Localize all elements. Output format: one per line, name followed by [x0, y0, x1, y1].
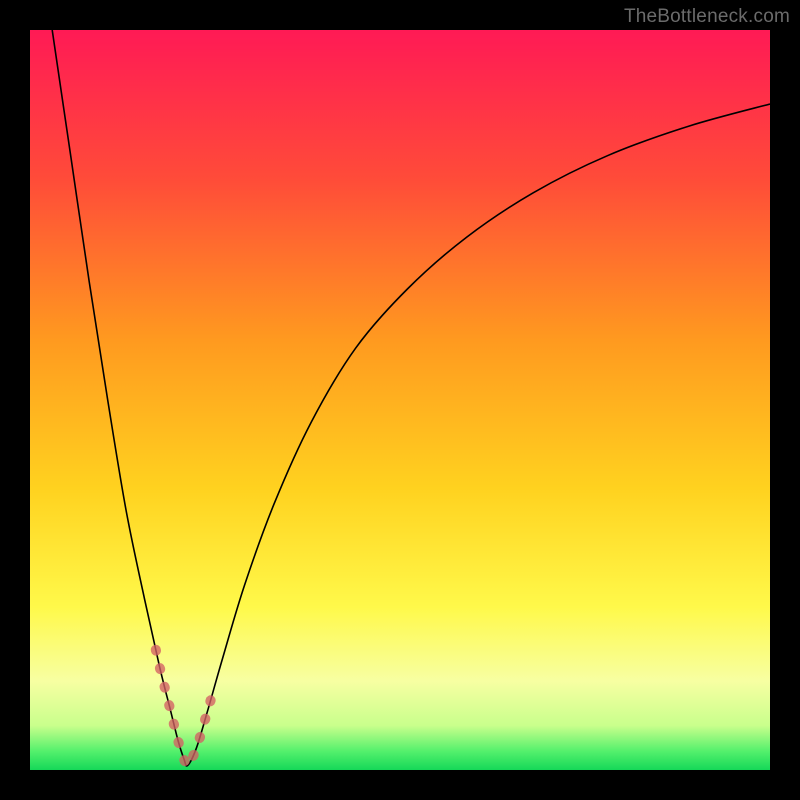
chart-frame: TheBottleneck.com: [0, 0, 800, 800]
watermark-text: TheBottleneck.com: [624, 6, 790, 28]
highlight-band: [30, 30, 770, 770]
plot-area: [30, 30, 770, 770]
